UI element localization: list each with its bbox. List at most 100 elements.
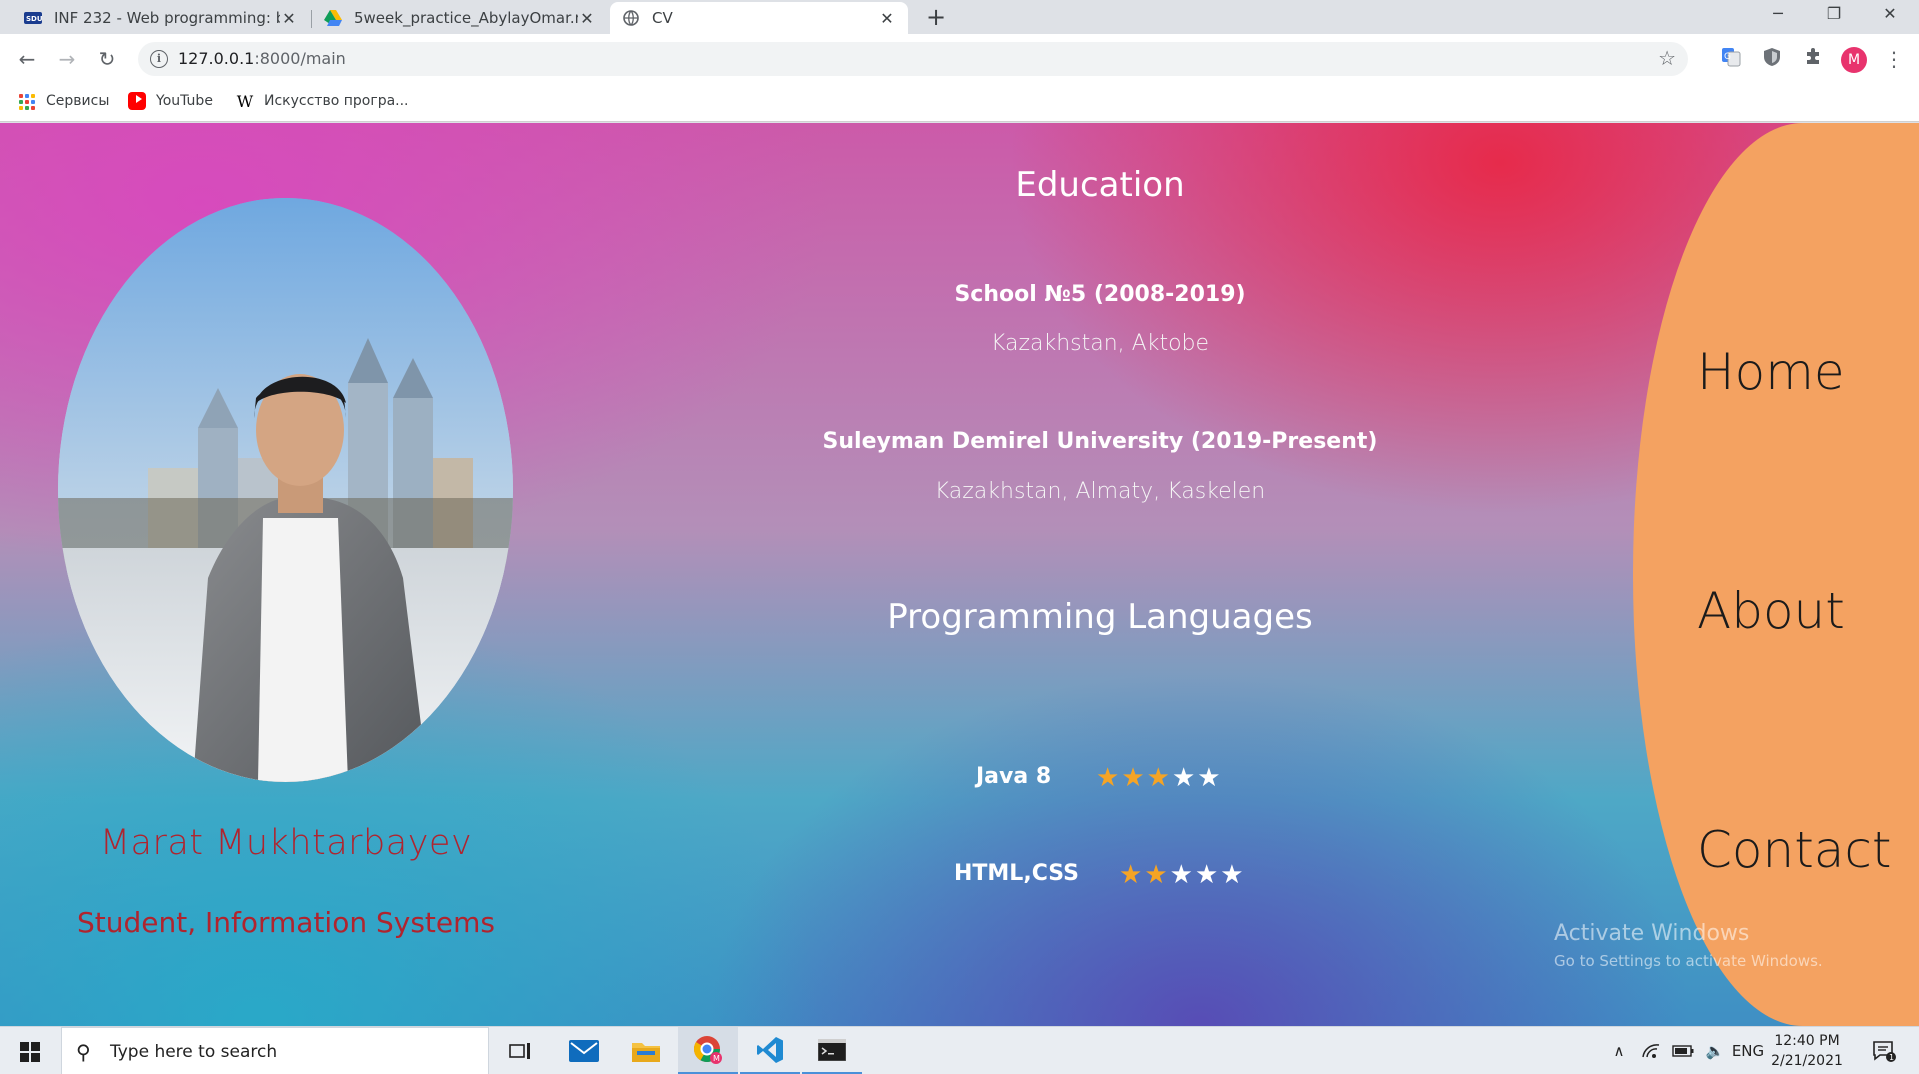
profile-photo-illustration — [58, 198, 513, 782]
language-row: HTML,CSS ★ ★ ★ ★ ★ — [700, 861, 1500, 891]
mail-app-button[interactable] — [554, 1027, 614, 1074]
tab-title: 5week_practice_AbylayOmar.mp4 — [354, 9, 578, 27]
side-navigation: Home About Contact — [1633, 123, 1919, 1026]
filled-star-icon: ★ — [1096, 763, 1120, 793]
clock-date: 2/21/2021 — [1771, 1053, 1843, 1069]
new-tab-button[interactable]: + — [922, 2, 950, 32]
bookmark-apps[interactable]: Сервисы — [18, 92, 109, 110]
close-tab-icon[interactable]: ✕ — [578, 9, 596, 28]
wikipedia-icon: W — [236, 92, 254, 111]
empty-star-icon: ★ — [1169, 860, 1193, 890]
empty-star-icon: ★ — [1220, 860, 1244, 890]
action-center-button[interactable]: 1 — [1864, 1027, 1904, 1074]
profile-avatar[interactable]: M — [1841, 47, 1867, 73]
close-window-button[interactable]: ✕ — [1862, 0, 1918, 30]
folder-icon — [632, 1043, 660, 1062]
globe-icon — [622, 9, 640, 27]
language-name: HTML,CSS — [954, 861, 1079, 886]
volume-icon[interactable]: 🔈 — [1700, 1027, 1730, 1074]
site-info-icon[interactable]: i — [150, 50, 168, 68]
input-language[interactable]: ENG — [1730, 1027, 1766, 1074]
filled-star-icon: ★ — [1119, 860, 1143, 890]
filled-star-icon: ★ — [1121, 763, 1145, 793]
languages-heading: Programming Languages — [887, 597, 1313, 637]
back-arrow-icon[interactable]: ← — [11, 43, 43, 75]
education-school: Suleyman Demirel University (2019-Presen… — [822, 429, 1378, 454]
bookmark-label: YouTube — [156, 93, 213, 109]
browser-menu-icon[interactable]: ⋮ — [1884, 47, 1904, 73]
show-hidden-icons-chevron-icon[interactable]: ∧ — [1604, 1027, 1634, 1074]
bookmark-wikipedia[interactable]: W Искусство програ... — [236, 92, 409, 111]
shield-extension-icon[interactable] — [1759, 47, 1785, 73]
vscode-icon — [757, 1036, 783, 1063]
restore-button[interactable]: ❐ — [1806, 0, 1862, 30]
vscode-taskbar-button[interactable] — [740, 1027, 800, 1074]
battery-icon[interactable] — [1668, 1027, 1698, 1074]
bookmark-label: Сервисы — [46, 93, 110, 109]
tab-video[interactable]: 5week_practice_AbylayOmar.mp4 ✕ — [312, 2, 608, 34]
chrome-taskbar-button[interactable]: M — [678, 1027, 738, 1074]
apps-grid-icon — [18, 92, 36, 110]
nav-home-link[interactable]: Home — [1697, 343, 1845, 401]
notification-icon: 1 — [1873, 1041, 1896, 1062]
chrome-icon: M — [693, 1035, 722, 1064]
taskbar-search[interactable]: ⚲ Type here to search — [61, 1027, 489, 1074]
translate-extension-icon[interactable]: G — [1718, 47, 1744, 73]
url-path: :8000/main — [254, 49, 346, 68]
watermark-subtitle: Go to Settings to activate Windows. — [1554, 952, 1823, 970]
close-tab-icon[interactable]: ✕ — [878, 9, 896, 28]
wifi-icon[interactable] — [1636, 1027, 1666, 1074]
browser-toolbar: ← → ↻ i 127.0.0.1:8000/main ☆ G M ⋮ — [0, 34, 1919, 84]
cv-page: Marat Mukhtarbayev Student, Information … — [0, 123, 1919, 1026]
notification-count: 1 — [1889, 1053, 1894, 1062]
windows-taskbar: ⚲ Type here to search M ∧ 🔈 ENG 12:40 PM… — [0, 1026, 1919, 1074]
svg-text:M: M — [713, 1054, 720, 1063]
rating-stars: ★ ★ ★ ★ ★ — [1096, 764, 1221, 792]
reload-icon[interactable]: ↻ — [91, 43, 123, 75]
filled-star-icon: ★ — [1146, 763, 1170, 793]
profile-role: Student, Information Systems — [76, 906, 495, 939]
mail-icon — [569, 1040, 599, 1062]
minimize-button[interactable]: ─ — [1750, 0, 1806, 30]
youtube-icon — [128, 92, 146, 110]
language-row: Java 8 ★ ★ ★ ★ ★ — [700, 764, 1500, 794]
nav-contact-link[interactable]: Contact — [1697, 821, 1892, 879]
search-icon: ⚲ — [76, 1040, 91, 1064]
watermark-title: Activate Windows — [1554, 921, 1750, 946]
forward-arrow-icon[interactable]: → — [51, 43, 83, 75]
empty-star-icon: ★ — [1194, 860, 1219, 890]
address-bar[interactable]: i 127.0.0.1:8000/main ☆ — [138, 42, 1688, 76]
extensions-puzzle-icon[interactable] — [1800, 47, 1826, 73]
sdu-icon: SDU — [24, 9, 42, 27]
svg-text:SDU: SDU — [26, 15, 42, 23]
task-view-button[interactable] — [490, 1027, 550, 1074]
terminal-taskbar-button[interactable] — [802, 1027, 862, 1074]
tab-title: INF 232 - Web programming: ba — [54, 9, 280, 27]
tab-strip: SDU INF 232 - Web programming: ba ✕ 5wee… — [0, 0, 1919, 34]
tab-title: CV — [652, 9, 673, 27]
tab-cv[interactable]: CV ✕ — [610, 2, 908, 34]
taskbar-clock[interactable]: 12:40 PM 2/21/2021 — [1762, 1031, 1852, 1071]
close-tab-icon[interactable]: ✕ — [280, 9, 298, 28]
bookmark-label: Искусство програ... — [264, 93, 409, 109]
empty-star-icon: ★ — [1171, 763, 1196, 793]
google-drive-icon — [324, 9, 342, 27]
search-placeholder: Type here to search — [110, 1042, 278, 1062]
url-host: 127.0.0.1 — [178, 49, 255, 68]
file-explorer-button[interactable] — [616, 1027, 676, 1074]
bookmark-star-icon[interactable]: ☆ — [1658, 46, 1676, 70]
task-view-icon — [509, 1043, 530, 1059]
tab-inf232[interactable]: SDU INF 232 - Web programming: ba ✕ — [12, 2, 310, 34]
education-location: Kazakhstan, Aktobe — [990, 331, 1210, 356]
bookmark-youtube[interactable]: YouTube — [128, 92, 213, 110]
terminal-icon — [818, 1038, 846, 1061]
nav-about-link[interactable]: About — [1697, 582, 1845, 640]
filled-star-icon: ★ — [1144, 860, 1168, 890]
education-school: School №5 (2008-2019) — [954, 282, 1246, 307]
education-heading: Education — [1015, 165, 1185, 205]
url-text[interactable]: 127.0.0.1:8000/main — [178, 49, 346, 68]
start-button[interactable] — [0, 1027, 60, 1074]
windows-logo-icon — [20, 1042, 40, 1062]
language-name: Java 8 — [976, 764, 1052, 789]
svg-text:G: G — [1724, 52, 1731, 62]
